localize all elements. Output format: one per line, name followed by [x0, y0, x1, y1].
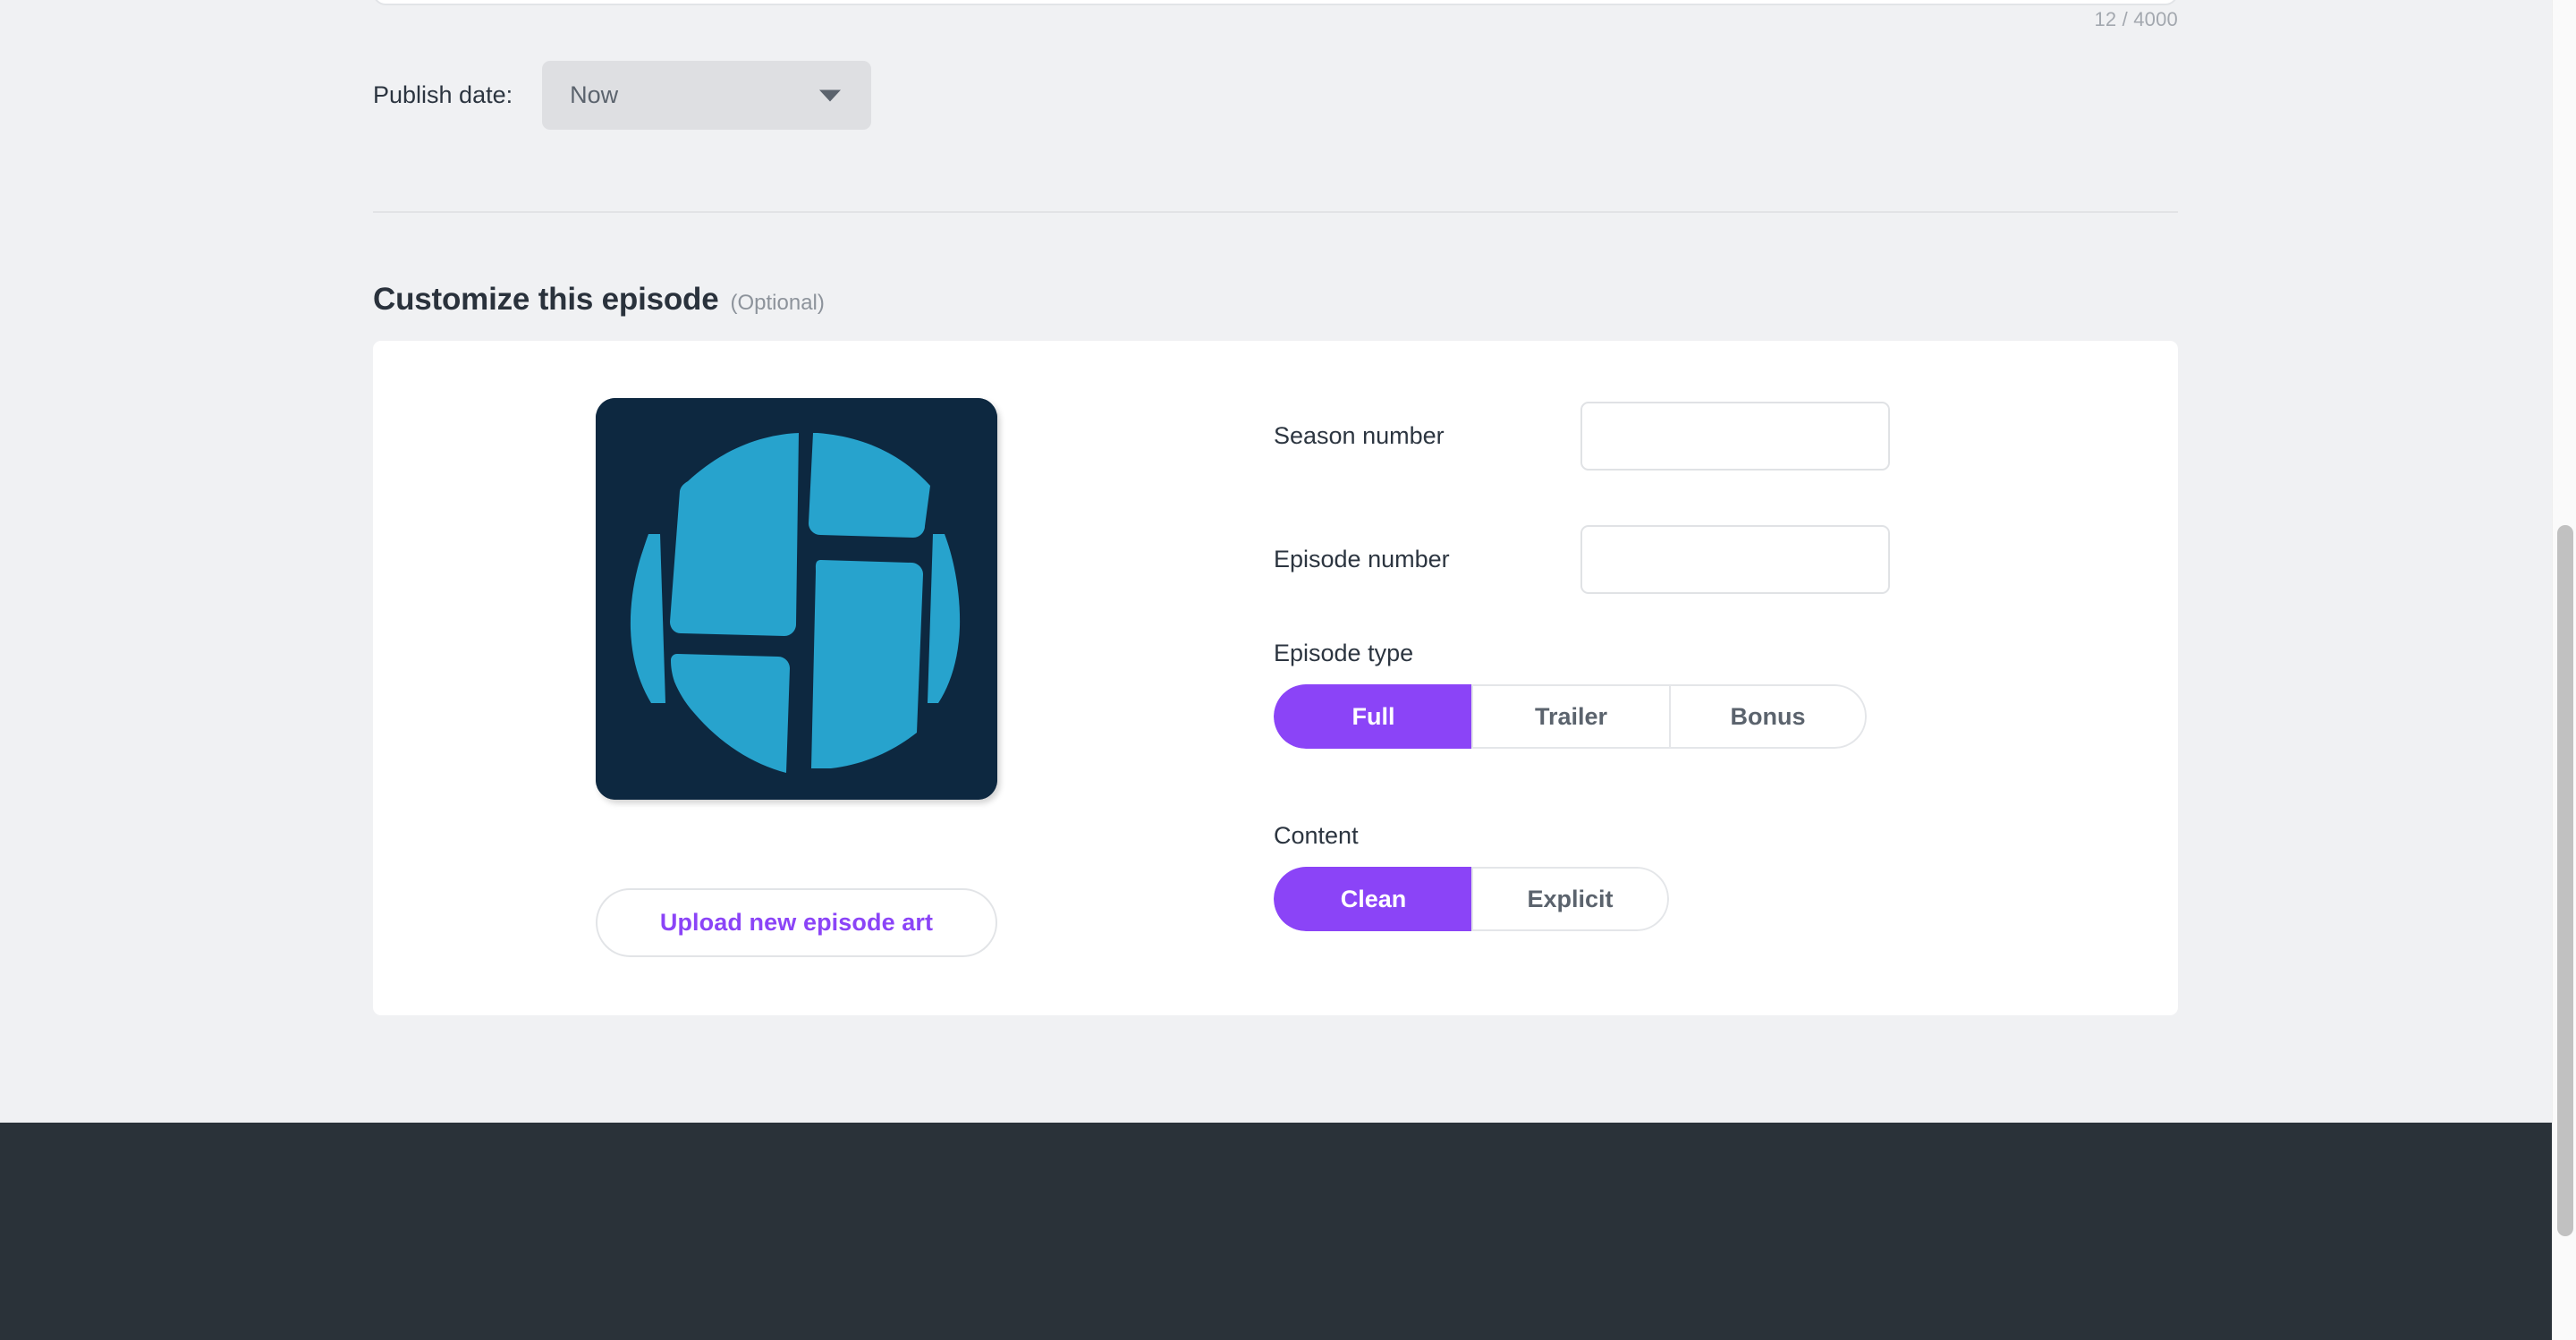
publish-date-row: Publish date: Now [373, 61, 872, 130]
character-counter: 12 / 4000 [2094, 8, 2178, 30]
chevron-down-icon [819, 89, 842, 101]
vertical-scrollbar[interactable] [2552, 0, 2576, 1340]
episode-number-row: Episode number [1274, 525, 2043, 594]
season-number-input[interactable] [1580, 402, 1890, 471]
episode-artwork-wrapper [596, 398, 997, 800]
customize-card: Upload new episode art Season number Epi… [373, 341, 2178, 1015]
section-divider [373, 211, 2178, 213]
scrollbar-thumb[interactable] [2557, 525, 2573, 1236]
description-textarea[interactable] [373, 0, 2178, 5]
content-rating-toggle-group: Clean Explicit [1274, 867, 1669, 931]
section-header: Customize this episode (Optional) [373, 282, 825, 318]
episode-type-option-trailer[interactable]: Trailer [1471, 684, 1669, 749]
publish-date-value: Now [570, 81, 619, 108]
episode-type-option-bonus[interactable]: Bonus [1669, 684, 1867, 749]
publish-date-label: Publish date: [373, 81, 513, 108]
episode-number-input[interactable] [1580, 525, 1890, 594]
page-footer [0, 1123, 2552, 1340]
page-title: Customize this episode [373, 282, 719, 317]
episode-artwork-image [596, 398, 997, 800]
season-number-row: Season number [1274, 402, 2043, 471]
season-number-label: Season number [1274, 422, 1445, 449]
episode-type-label: Episode type [1274, 640, 1414, 666]
content-rating-option-explicit[interactable]: Explicit [1471, 867, 1669, 931]
episode-type-block: Episode type Full Trailer Bonus [1274, 640, 1867, 749]
episode-type-option-full[interactable]: Full [1274, 684, 1471, 749]
episode-number-label: Episode number [1274, 546, 1450, 572]
page-content: 12 / 4000 Publish date: Now Customize th… [0, 0, 2552, 1340]
publish-date-select[interactable]: Now [542, 61, 872, 130]
episode-type-toggle-group: Full Trailer Bonus [1274, 684, 1867, 749]
content-rating-option-clean[interactable]: Clean [1274, 867, 1471, 931]
page-root: 12 / 4000 Publish date: Now Customize th… [0, 0, 2576, 1340]
optional-tag: (Optional) [730, 291, 825, 315]
content-rating-label: Content [1274, 822, 1359, 849]
upload-episode-art-button[interactable]: Upload new episode art [596, 888, 997, 957]
